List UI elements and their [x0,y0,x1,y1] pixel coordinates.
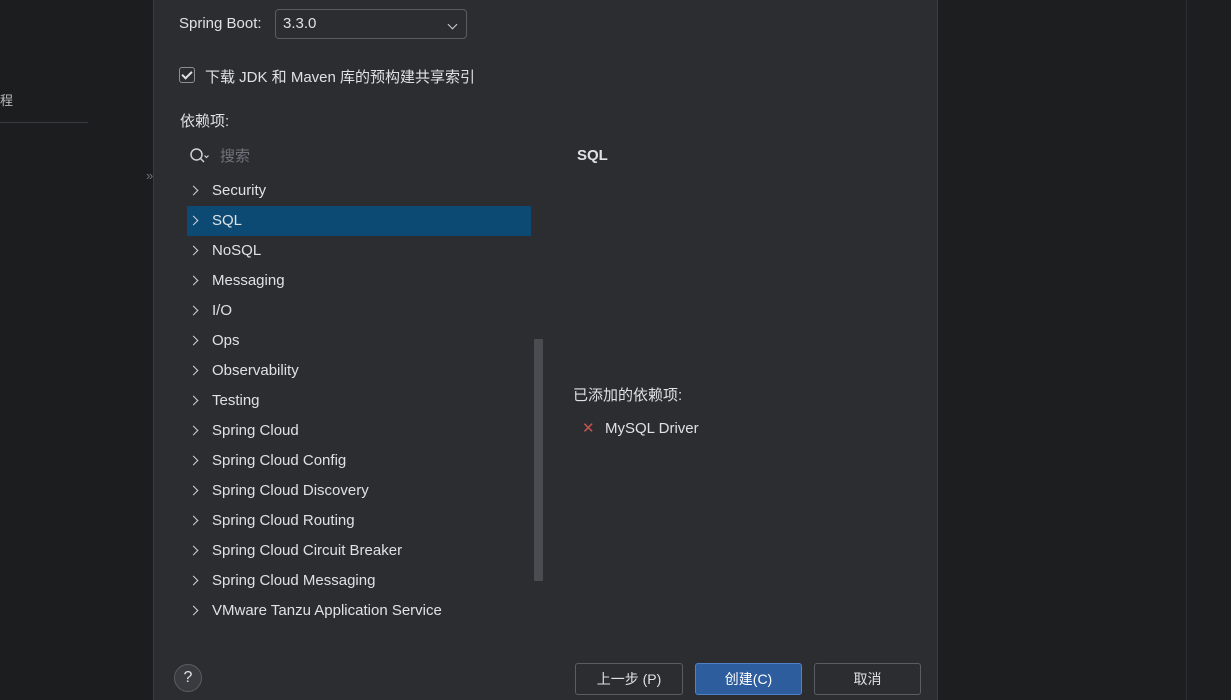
chevron-right-icon[interactable] [188,185,199,196]
tree-item[interactable]: VMware Tanzu Application Service [187,596,531,626]
background-divider [0,122,88,123]
remove-icon[interactable]: ✕ [582,420,596,438]
chevron-right-icon[interactable] [188,395,199,406]
spring-boot-version-value: 3.3.0 [283,15,317,32]
tree-item[interactable]: Spring Cloud Config [187,446,531,476]
added-dependency-name: MySQL Driver [605,420,699,437]
background-left-label: 程 [0,93,14,108]
tree-scrollbar[interactable] [534,339,543,581]
chevron-down-icon [447,19,458,30]
chevron-right-icon[interactable] [188,515,199,526]
chevron-right-icon[interactable] [188,575,199,586]
tree-item[interactable]: Spring Cloud [187,416,531,446]
cancel-button[interactable]: 取消 [814,663,921,695]
tree-item-label: Testing [212,392,260,409]
tree-item-label: VMware Tanzu Application Service [212,602,442,619]
chevron-right-icon[interactable] [188,365,199,376]
spring-boot-label: Spring Boot: [179,15,262,32]
chevron-right-icon[interactable] [188,335,199,346]
download-indexes-label: 下载 JDK 和 Maven 库的预构建共享索引 [205,69,476,86]
tree-item[interactable]: Spring Cloud Discovery [187,476,531,506]
tree-item-label: NoSQL [212,242,262,259]
background-divider-right [1186,0,1187,700]
tree-item[interactable]: Security [187,176,531,206]
chevron-right-icon[interactable] [188,275,199,286]
tree-item-label: Messaging [212,272,285,289]
chevron-right-icon[interactable] [188,605,199,616]
category-detail-title: SQL [577,147,608,164]
tree-item-label: Spring Cloud [212,422,299,439]
new-project-dialog: Spring Boot: 3.3.0 下载 JDK 和 Maven 库的预构建共… [153,0,938,700]
chevron-right-icon[interactable] [188,485,199,496]
tree-item-label: Spring Cloud Config [212,452,347,469]
tree-item[interactable]: Spring Cloud Routing [187,506,531,536]
tree-item[interactable]: NoSQL [187,236,531,266]
tree-item[interactable]: Testing [187,386,531,416]
chevron-right-icon[interactable] [188,425,199,436]
chevron-right-icon[interactable] [188,245,199,256]
tree-item[interactable]: Messaging [187,266,531,296]
back-button[interactable]: 上一步 (P) [575,663,683,695]
tree-item-label: SQL [212,212,243,229]
tree-item-label: Spring Cloud Messaging [212,572,376,589]
dependency-search-input[interactable] [220,145,510,167]
search-icon[interactable] [189,146,209,166]
tree-item[interactable]: SQL [187,206,531,236]
tree-item-label: Observability [212,362,299,379]
tree-item-label: Ops [212,332,240,349]
background-left-panel [0,0,153,700]
tree-item-label: Security [212,182,267,199]
chevron-right-icon[interactable] [188,305,199,316]
tree-item[interactable]: I/O [187,296,531,326]
dependency-category-tree: Security SQL NoSQL Messaging I/O Ops Observabi… [187,176,531,626]
spring-boot-version-select[interactable]: 3.3.0 [275,9,467,39]
tree-item-label: I/O [212,302,233,319]
added-dependencies-label: 已添加的依赖项: [573,387,683,404]
tree-item[interactable]: Ops [187,326,531,356]
tree-item[interactable]: Observability [187,356,531,386]
tree-item-label: Spring Cloud Circuit Breaker [212,542,403,559]
chevron-right-icon[interactable] [188,545,199,556]
tree-item-label: Spring Cloud Discovery [212,482,369,499]
tree-item[interactable]: Spring Cloud Circuit Breaker [187,536,531,566]
help-button[interactable]: ? [174,664,202,692]
tree-item[interactable]: Spring Cloud Messaging [187,566,531,596]
dependencies-label: 依赖项: [180,113,230,130]
chevron-right-icon[interactable] [188,455,199,466]
download-indexes-checkbox[interactable] [179,67,195,83]
create-button[interactable]: 创建(C) [695,663,802,695]
tree-item-label: Spring Cloud Routing [212,512,355,529]
chevron-right-icon[interactable] [188,215,199,226]
checkmark-icon [181,68,193,80]
